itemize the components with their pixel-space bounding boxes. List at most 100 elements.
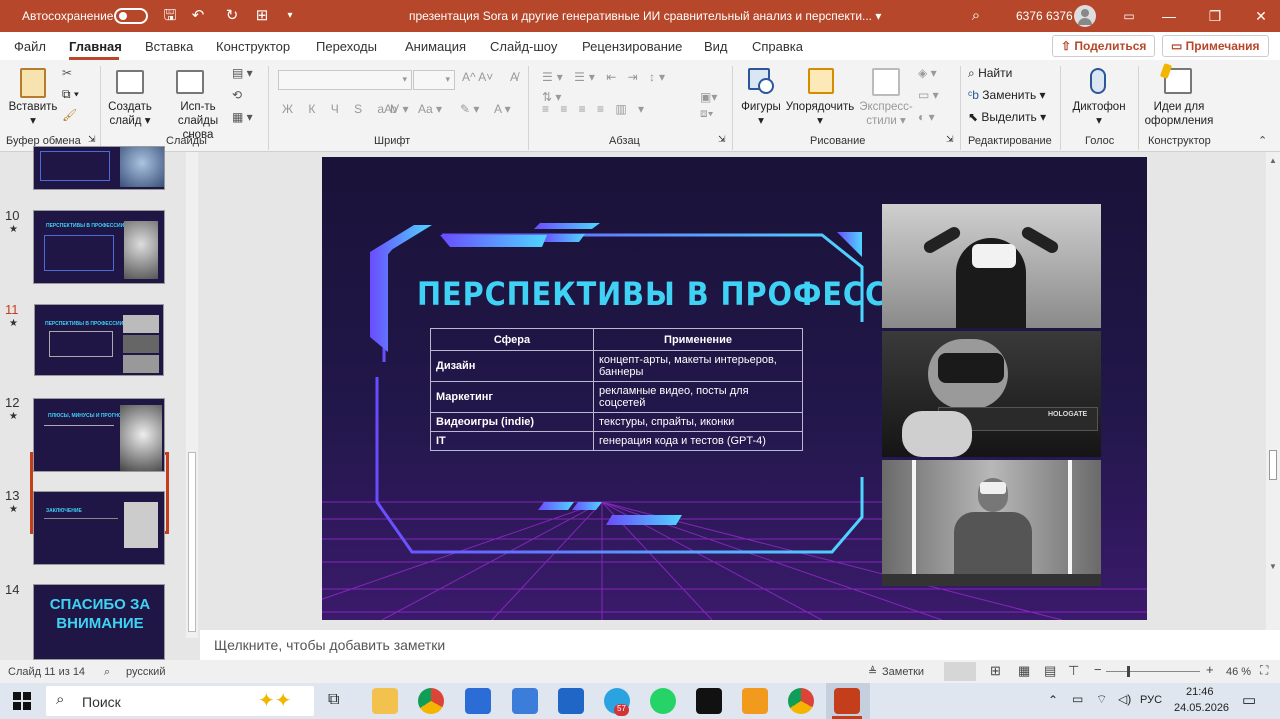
slide-thumbnail-10[interactable]: ПЕРСПЕКТИВЫ В ПРОФЕССИИ (33, 210, 165, 284)
normal-view-icon[interactable]: ⊞ (990, 663, 1001, 679)
whatsapp-icon[interactable] (650, 688, 676, 714)
new-slide-button[interactable]: Создать слайд ▾ (106, 100, 154, 128)
quick-styles-button[interactable]: Экспресс-стили ▾ (856, 100, 916, 128)
slide-thumbnail-9[interactable] (33, 146, 165, 190)
python-icon[interactable] (512, 688, 538, 714)
accessibility-icon[interactable]: ⌕ (104, 666, 110, 679)
powerpoint-icon[interactable] (834, 688, 860, 714)
clock-date[interactable]: 24.05.2026 (1174, 702, 1229, 714)
windows-start-icon[interactable] (13, 692, 31, 710)
thumbnail-scrollbar[interactable] (186, 152, 198, 638)
font-size-select[interactable]: ▾ (413, 70, 455, 90)
chrome-icon[interactable] (418, 688, 444, 714)
tab-review[interactable]: Рецензирование (582, 39, 682, 54)
notifications-icon[interactable]: ▭ (1242, 691, 1256, 709)
arrange-button[interactable]: Упорядочить ▾ (784, 100, 856, 128)
tab-help[interactable]: Справка (752, 39, 803, 54)
zoom-slider[interactable] (1106, 666, 1200, 677)
photo-vr-man[interactable] (882, 460, 1101, 586)
smartart-icon[interactable]: ⧈▾ (700, 106, 714, 121)
cut-icon[interactable]: ✂ (62, 66, 72, 80)
slide-thumbnail-13[interactable]: ЗАКЛЮЧЕНИЕ (33, 491, 165, 565)
current-slide[interactable]: ПЕРСПЕКТИВЫ В ПРОФЕССИИ Сфера Применение… (322, 157, 1147, 620)
tab-insert[interactable]: Вставка (145, 39, 193, 54)
sorter-view-icon[interactable]: ▦ (1018, 663, 1030, 679)
char-spacing-icon[interactable]: AV ▾ (384, 102, 408, 116)
layout-icon[interactable]: ▤ ▾ (232, 66, 253, 80)
zoom-out-icon[interactable]: − (1094, 662, 1102, 677)
avatar[interactable] (1074, 5, 1096, 27)
slide-thumbnail-14[interactable]: СПАСИБО ЗА ВНИМАНИЕ (33, 584, 165, 660)
minimize-icon[interactable]: — (1146, 0, 1192, 32)
close-icon[interactable]: ✕ (1238, 0, 1280, 32)
zoom-slider-thumb[interactable] (1127, 666, 1130, 677)
format-painter-icon[interactable]: 🖌 (62, 108, 77, 122)
tab-file[interactable]: Файл (14, 39, 46, 54)
share-button[interactable]: ⇧ Поделиться (1052, 35, 1156, 57)
reading-view-icon[interactable]: ▤ (1044, 663, 1056, 679)
autosave-toggle[interactable] (114, 8, 148, 24)
file-explorer-icon[interactable] (372, 688, 398, 714)
photo-vr-gamer[interactable]: HOLOGATE (882, 331, 1101, 457)
font-family-select[interactable]: ▾ (278, 70, 412, 90)
maximize-icon[interactable]: ❐ (1192, 0, 1238, 32)
grow-font-icon[interactable]: A^ A˅ (462, 70, 493, 84)
comments-pane-button[interactable] (944, 662, 976, 681)
clock-time[interactable]: 21:46 (1186, 686, 1214, 698)
slide-thumbnail-12[interactable]: ПЛЮСЫ, МИНУСЫ И ПРОГНОЗЫ (33, 398, 165, 472)
notion-icon[interactable] (696, 688, 722, 714)
font-color-icon[interactable]: A ▾ (494, 102, 511, 116)
design-ideas-button[interactable]: Идеи для оформления (1140, 100, 1218, 128)
task-view-icon[interactable]: ⧉ (328, 691, 339, 709)
replace-button[interactable]: ᶜb Заменить ▾ (968, 88, 1046, 102)
customize-icon[interactable]: ▾ (280, 6, 300, 26)
slideshow-view-icon[interactable]: ⊤ (1068, 663, 1079, 679)
store-icon[interactable] (465, 688, 491, 714)
tray-expand-icon[interactable]: ⌃ (1048, 693, 1058, 707)
tab-animations[interactable]: Анимация (405, 39, 466, 54)
slide-thumbnail-11[interactable]: ПЕРСПЕКТИВЫ В ПРОФЕССИИ (34, 304, 164, 376)
shapes-button[interactable]: Фигуры ▾ (738, 100, 784, 128)
present-icon[interactable]: ⊞ (252, 6, 272, 26)
fit-slide-icon[interactable]: ⛶ (1260, 663, 1268, 678)
tab-home[interactable]: Главная (69, 39, 122, 54)
shape-fill-icon[interactable]: ◈ ▾ (918, 66, 937, 80)
select-button[interactable]: ⬉ Выделить ▾ (968, 110, 1046, 124)
outlook-icon[interactable] (558, 688, 584, 714)
comments-button[interactable]: ▭ Примечания (1162, 35, 1269, 57)
chrome-profile-icon[interactable] (788, 688, 814, 714)
align-text-icon[interactable]: ▣▾ (700, 90, 717, 104)
tab-transitions[interactable]: Переходы (316, 39, 377, 54)
sublime-icon[interactable] (742, 688, 768, 714)
battery-icon[interactable]: ▭ (1072, 692, 1083, 706)
taskbar-search-box[interactable]: ⌕ Поиск ✦✦ (46, 686, 314, 716)
notes-toggle-button[interactable]: ≜ Заметки (866, 662, 942, 681)
save-icon[interactable]: 🖫 (160, 6, 180, 26)
zoom-level[interactable]: 46 % (1226, 666, 1251, 678)
zoom-in-icon[interactable]: + (1206, 662, 1214, 677)
dictate-button[interactable]: Диктофон ▾ (1068, 100, 1130, 128)
user-name[interactable]: 6376 6376 (1016, 9, 1073, 23)
clear-format-icon[interactable]: A̸ (510, 70, 518, 84)
volume-icon[interactable]: ◁) (1118, 692, 1131, 706)
network-icon[interactable]: ⌔ (1096, 692, 1107, 707)
undo-icon[interactable]: ↶ (188, 6, 208, 26)
copy-icon[interactable]: ⧉ ▾ (62, 87, 79, 102)
slide-title[interactable]: ПЕРСПЕКТИВЫ В ПРОФЕССИИ (417, 275, 937, 313)
notes-pane[interactable]: Щелкните, чтобы добавить заметки (200, 630, 1280, 660)
section-icon[interactable]: ▦ ▾ (232, 110, 253, 124)
clipboard-launcher-icon[interactable]: ⇲ (88, 134, 96, 145)
paragraph-launcher-icon[interactable]: ⇲ (718, 134, 726, 145)
shape-outline-icon[interactable]: ▭ ▾ (918, 88, 939, 102)
tab-design[interactable]: Конструктор (216, 39, 290, 54)
reset-icon[interactable]: ⟲ (232, 88, 242, 102)
bullets-icons[interactable]: ☰▾ ☰▾ ⇤ ⇥ ↕▾ (542, 70, 669, 84)
find-button[interactable]: ⌕ Найти (968, 66, 1012, 81)
photo-vr-woman[interactable] (882, 204, 1101, 328)
highlight-icon[interactable]: ✎ ▾ (460, 102, 479, 116)
search-icon[interactable]: ⌕ (966, 6, 986, 26)
data-table[interactable]: Сфера Применение Дизайн концепт-арты, ма… (430, 328, 803, 451)
align-icons[interactable]: ≡ ≡ ≡ ≡ ▥ ▾ (542, 102, 648, 116)
tab-view[interactable]: Вид (704, 39, 728, 54)
slide-scrollbar[interactable]: ▲ ▼ (1266, 152, 1280, 630)
